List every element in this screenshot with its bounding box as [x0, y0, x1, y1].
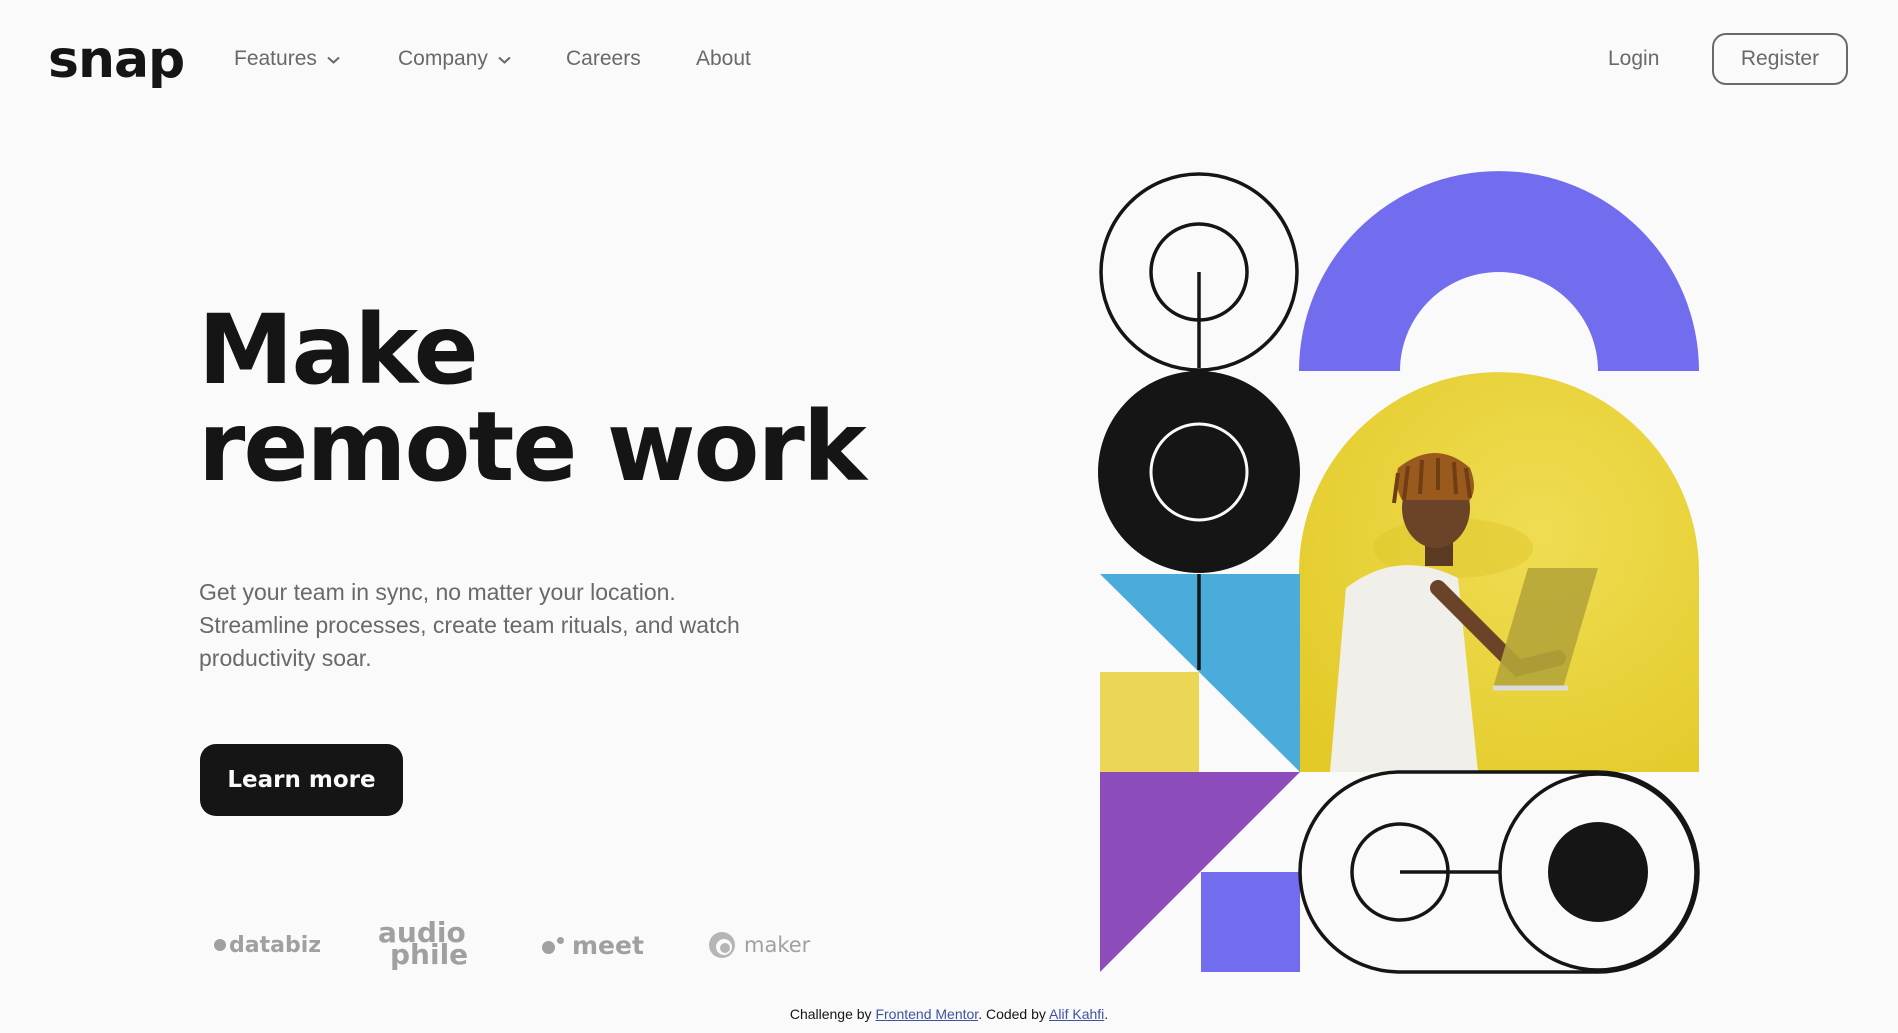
register-button[interactable]: Register [1712, 33, 1848, 85]
black-disc-ornament [1098, 371, 1300, 573]
maker-logo: maker [708, 920, 810, 970]
databiz-logo: databiz [214, 920, 321, 970]
hero-illustration [1098, 171, 1700, 974]
learn-more-button[interactable]: Learn more [200, 744, 403, 816]
attribution-prefix: Challenge by [789, 1006, 876, 1022]
nav-features[interactable]: Features [234, 40, 340, 78]
nav-features-label: Features [234, 47, 317, 70]
purple-square-shape [1201, 872, 1300, 972]
attribution: Challenge by Frontend Mentor. Coded by A… [0, 1006, 1898, 1022]
login-link[interactable]: Login [1608, 40, 1659, 78]
audiophile-label-2: phile [390, 938, 469, 971]
author-link[interactable]: Alif Kahfi [1049, 1006, 1104, 1022]
meet-logo: meet [542, 920, 644, 970]
attribution-middle: . Coded by [978, 1006, 1050, 1022]
hero-headline: Make remote work [198, 294, 867, 503]
chevron-down-icon [498, 40, 511, 78]
headline-line-1: Make [198, 294, 479, 406]
snap-logo[interactable]: snap [48, 24, 185, 96]
maker-swirl-icon [708, 931, 736, 959]
purple-arch-shape [1299, 171, 1699, 371]
chevron-down-icon [327, 40, 340, 78]
hero-description: Get your team in sync, no matter your lo… [199, 579, 740, 671]
meet-dots-icon [542, 936, 564, 954]
meet-label: meet [572, 930, 644, 960]
nav-careers[interactable]: Careers [566, 40, 641, 78]
nav-company-label: Company [398, 47, 488, 70]
nav-company[interactable]: Company [398, 40, 511, 78]
headline-line-2: remote work [198, 391, 867, 503]
yellow-square-shape [1100, 672, 1199, 772]
frontend-mentor-link[interactable]: Frontend Mentor [875, 1006, 978, 1022]
databiz-dot-icon [214, 939, 226, 951]
person-photo [1299, 372, 1699, 772]
audiophile-logo: audio phile [378, 919, 469, 972]
ring-ornament [1099, 172, 1299, 372]
capsule-switch-ornament [1298, 770, 1700, 974]
attribution-suffix: . [1104, 1006, 1109, 1022]
databiz-label: databiz [229, 932, 322, 958]
maker-label: maker [744, 933, 811, 957]
nav-about[interactable]: About [696, 40, 751, 78]
